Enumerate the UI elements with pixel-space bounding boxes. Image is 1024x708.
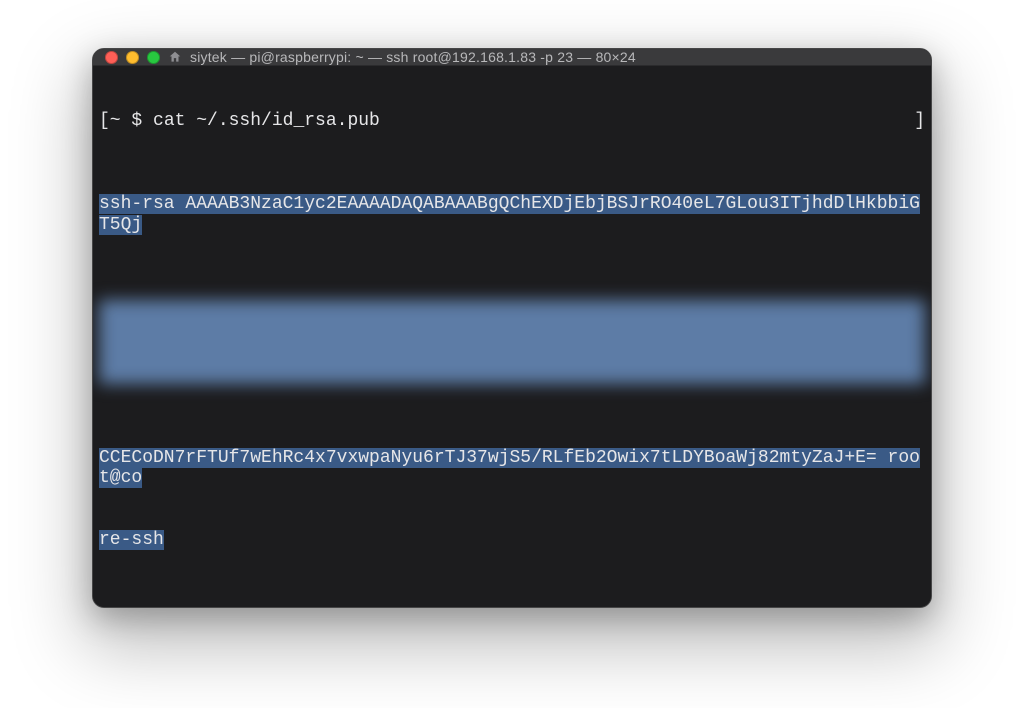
- close-icon[interactable]: [105, 51, 118, 64]
- ssh-key-end-1: CCECoDN7rFTUf7wEhRc4x7vxwpaNyu6rTJ37wjS5…: [99, 448, 920, 489]
- key-line-first: ssh-rsa AAAAB3NzaC1yc2EAAAADAQABAAABgQCh…: [99, 194, 925, 235]
- titlebar[interactable]: siytek — pi@raspberrypi: ~ — ssh root@19…: [93, 49, 931, 66]
- traffic-lights: [105, 51, 160, 64]
- window-title-wrap: siytek — pi@raspberrypi: ~ — ssh root@19…: [168, 49, 636, 65]
- key-line-last-1: CCECoDN7rFTUf7wEhRc4x7vxwpaNyu6rTJ37wjS5…: [99, 448, 925, 489]
- home-icon: [168, 50, 182, 64]
- ssh-key-end-2: re-ssh: [99, 530, 164, 550]
- prompt-close: ]: [914, 111, 925, 132]
- ssh-key-start: ssh-rsa AAAAB3NzaC1yc2EAAAADAQABAAABgQCh…: [99, 194, 920, 235]
- ssh-key-blurred: [99, 300, 925, 384]
- window-title: siytek — pi@raspberrypi: ~ — ssh root@19…: [190, 49, 636, 65]
- command-line: [~ $ cat ~/.ssh/id_rsa.pub]: [99, 111, 925, 132]
- prompt-open: [~ $: [99, 111, 153, 131]
- command-text: cat ~/.ssh/id_rsa.pub: [153, 111, 380, 131]
- zoom-icon[interactable]: [147, 51, 160, 64]
- minimize-icon[interactable]: [126, 51, 139, 64]
- terminal-window: siytek — pi@raspberrypi: ~ — ssh root@19…: [92, 48, 932, 608]
- key-line-last-2: re-ssh: [99, 530, 925, 551]
- terminal-body[interactable]: [~ $ cat ~/.ssh/id_rsa.pub] ssh-rsa AAAA…: [93, 66, 931, 608]
